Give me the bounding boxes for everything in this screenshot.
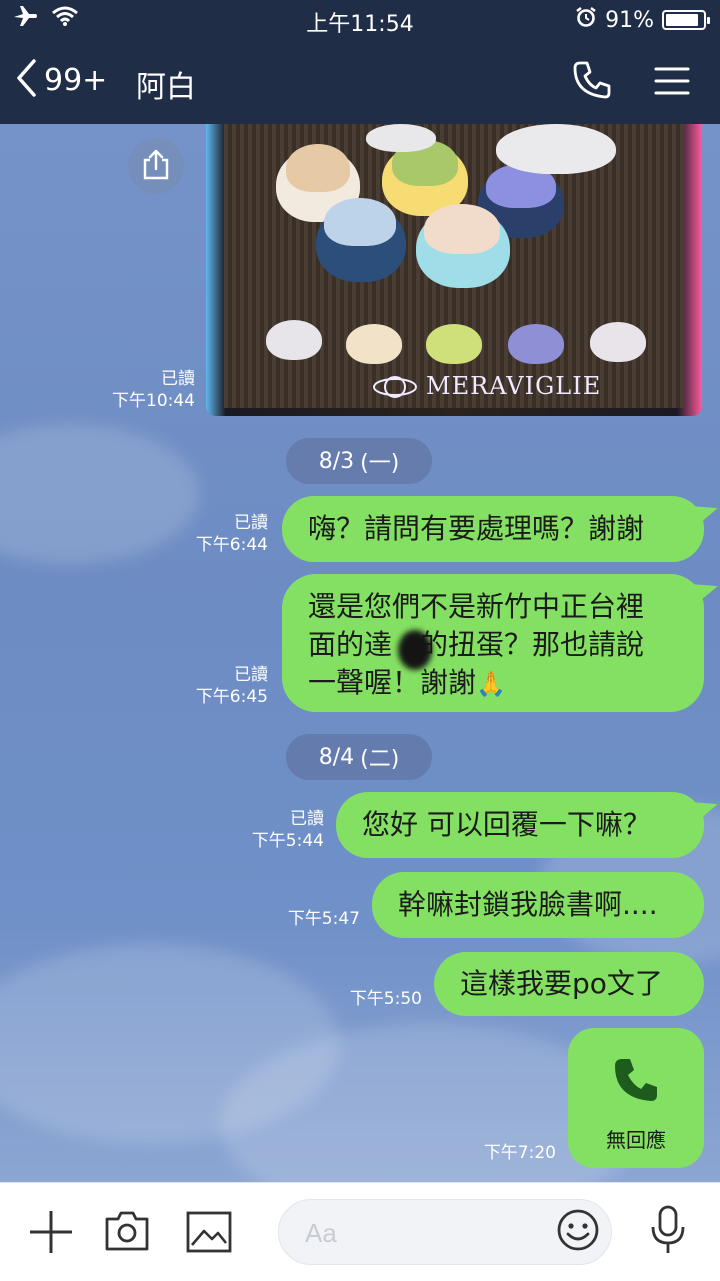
message-line: 還是您們不是新竹中正台裡 — [308, 590, 645, 623]
read-receipt: 已讀 — [234, 665, 268, 685]
read-receipt: 已讀 — [290, 809, 324, 829]
mini-cup-image — [508, 324, 564, 364]
redaction-blot — [398, 630, 432, 670]
date-separator: 8/3 (一) — [286, 438, 432, 484]
input-bar — [0, 1182, 720, 1281]
brand-logo-icon — [372, 370, 418, 408]
contact-name: 阿白 — [136, 70, 196, 105]
message-time: 下午10:44 — [112, 391, 195, 411]
camera-icon[interactable] — [104, 1209, 150, 1257]
mini-cup-image — [266, 320, 322, 360]
battery-percent: 91% — [605, 7, 654, 33]
missed-call-message[interactable]: 無回應 — [568, 1028, 704, 1168]
message-text: 您好 可以回覆一下嘛？ — [362, 808, 651, 841]
brand-text: MERAVIGLIE — [426, 372, 602, 400]
message-bubble[interactable]: 這樣我要po文了 — [434, 952, 704, 1016]
chat-area[interactable]: MERAVIGLIE 已讀 下午10:44 8/3 (一) 已讀 下午6:44 … — [0, 124, 720, 1182]
message-bubble[interactable]: 幹嘛封鎖我臉書啊.... — [372, 872, 704, 938]
status-bar: 上午11:54 91% — [0, 0, 720, 40]
message-bubble[interactable]: 您好 可以回覆一下嘛？ — [336, 792, 704, 858]
back-button[interactable]: 99+ — [14, 58, 107, 102]
message-time: 下午5:44 — [251, 831, 324, 851]
message-meta: 下午7:20 — [484, 1142, 556, 1164]
owl-figure-image — [324, 198, 396, 246]
message-meta: 下午5:47 — [288, 908, 360, 930]
message-meta: 已讀 下午6:45 — [196, 664, 268, 708]
battery-fill — [666, 14, 699, 26]
message-meta: 下午5:50 — [350, 988, 422, 1010]
unread-count: 99+ — [44, 62, 108, 98]
message-line: 面的達 的扭蛋？那也請說 — [308, 626, 644, 664]
mini-cup-image — [590, 322, 646, 362]
share-button[interactable] — [128, 138, 184, 194]
mini-cup-image — [346, 324, 402, 364]
message-meta: 已讀 下午6:44 — [196, 512, 268, 556]
message-text: 幹嘛封鎖我臉書啊.... — [398, 888, 658, 921]
read-receipt: 已讀 — [234, 513, 268, 533]
message-time: 下午6:44 — [195, 535, 268, 555]
message-fragment: 的扭蛋？那也請說 — [420, 628, 645, 661]
read-receipt: 已讀 — [161, 369, 195, 389]
alarm-icon — [575, 6, 597, 34]
battery-icon — [662, 10, 710, 30]
message-bubble[interactable]: 嗨？請問有要處理嗎？謝謝 — [282, 496, 704, 562]
background-cloud — [0, 424, 200, 564]
weekday-text: (二) — [360, 747, 400, 772]
date-separator: 8/4 (二) — [286, 734, 432, 780]
phone-icon — [612, 1056, 660, 1108]
message-line: 一聲喔！謝謝🙏 — [308, 664, 644, 703]
teapot-image — [366, 124, 436, 152]
emoji-icon[interactable] — [556, 1208, 600, 1256]
teapot-image — [496, 124, 616, 174]
owl-figure-image — [286, 144, 350, 192]
owl-figure-image — [424, 204, 500, 254]
phone-icon[interactable] — [572, 60, 612, 104]
date-text: 8/4 — [318, 744, 355, 770]
message-input[interactable] — [303, 1212, 537, 1254]
image-icon[interactable] — [186, 1211, 232, 1257]
message-text: 還是您們不是新竹中正台裡 面的達 的扭蛋？那也請說 一聲喔！謝謝🙏 — [308, 588, 644, 703]
image-message[interactable]: MERAVIGLIE — [206, 124, 702, 416]
date-text: 8/3 — [318, 448, 355, 474]
menu-icon[interactable] — [654, 66, 690, 100]
message-bubble[interactable]: 還是您們不是新竹中正台裡 面的達 的扭蛋？那也請說 一聲喔！謝謝🙏 — [282, 574, 704, 712]
message-time: 下午7:20 — [483, 1143, 556, 1163]
plus-icon[interactable] — [28, 1209, 74, 1259]
back-chevron-icon — [14, 58, 38, 102]
message-fragment: 面的達 — [308, 628, 393, 661]
call-status: 無回應 — [606, 1128, 666, 1152]
chat-header: 99+ 阿白 — [0, 40, 720, 124]
message-text: 這樣我要po文了 — [460, 967, 663, 1000]
message-meta: 已讀 下午5:44 — [252, 808, 324, 852]
message-fragment: 一聲喔！謝謝 — [308, 666, 477, 699]
message-time: 下午5:50 — [349, 989, 422, 1009]
mini-cup-image — [426, 324, 482, 364]
weekday-text: (一) — [360, 451, 400, 476]
message-meta: 已讀 下午10:44 — [112, 368, 195, 412]
message-time: 下午5:47 — [287, 909, 360, 929]
pray-emoji: 🙏 — [476, 670, 506, 698]
microphone-icon[interactable] — [650, 1205, 686, 1259]
message-text: 嗨？請問有要處理嗎？謝謝 — [308, 512, 645, 545]
message-time: 下午6:45 — [195, 687, 268, 707]
share-icon — [141, 148, 171, 184]
